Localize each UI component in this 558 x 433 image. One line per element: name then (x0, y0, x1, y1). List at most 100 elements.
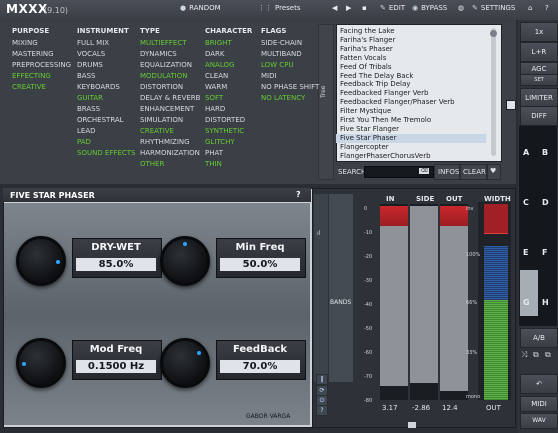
filter-item[interactable]: MODULATION (140, 71, 187, 82)
globe-button[interactable]: ◍ (458, 4, 464, 12)
filter-item[interactable]: BRASS (77, 104, 100, 115)
filter-item[interactable]: CREATIVE (12, 82, 46, 93)
agc-set-button[interactable]: SET (520, 74, 558, 86)
filter-item[interactable]: CREATIVE (140, 126, 174, 137)
filter-item[interactable]: THIN (205, 159, 222, 170)
wav-button[interactable]: WAV (520, 413, 558, 429)
undo-button[interactable]: ↶ (520, 374, 558, 394)
search-clear-icon[interactable]: ⌫ (419, 168, 429, 174)
slot-b[interactable]: B (542, 148, 548, 157)
bands-strip[interactable] (314, 194, 328, 382)
filter-item[interactable]: MIDI (261, 71, 277, 82)
ab-button[interactable]: A/B (520, 328, 558, 348)
preset-list-scrollbar[interactable] (491, 28, 496, 156)
filter-item[interactable]: SIMULATION (140, 115, 183, 126)
home-button[interactable]: ⌂ (528, 4, 532, 12)
slot-a[interactable]: A (523, 148, 529, 157)
filter-item[interactable]: DARK (205, 49, 225, 60)
copy-icon[interactable]: ⧉ (533, 350, 539, 360)
edit-button[interactable]: ✎ EDIT (380, 4, 405, 12)
filter-item[interactable]: SOFT (205, 93, 223, 104)
favorite-button[interactable]: ♥ (487, 164, 501, 180)
filter-item[interactable]: NO LATENCY (261, 93, 305, 104)
filter-item[interactable]: ANALOG (205, 60, 234, 71)
filter-item[interactable]: GLITCHY (205, 137, 235, 148)
shuffle-icon[interactable]: ⤨ (521, 350, 527, 360)
filter-item[interactable]: SOUND EFFECTS (77, 148, 135, 159)
slot-d[interactable]: D (542, 198, 549, 207)
slot-e[interactable]: E (523, 248, 528, 257)
slot-g[interactable]: G (523, 298, 530, 307)
presets-button[interactable]: ⋮⋮ Presets (258, 4, 300, 12)
filter-item[interactable]: ORCHESTRAL (77, 115, 124, 126)
filter-item[interactable]: DISTORTION (140, 82, 183, 93)
diff-button[interactable]: DIFF (520, 106, 558, 126)
filter-item[interactable]: BRIGHT (205, 38, 232, 49)
filter-item[interactable]: DELAY & REVERB (140, 93, 200, 104)
filter-item[interactable]: MULTIEFFECT (140, 38, 187, 49)
filter-item[interactable]: CLEAN (205, 71, 228, 82)
analyzer-help-icon[interactable]: ? (316, 405, 328, 416)
scrollbar-thumb[interactable] (490, 30, 497, 37)
save-button[interactable]: ▪ (362, 4, 367, 12)
filter-item[interactable]: RHYTHMIZING (140, 137, 190, 148)
knob-min-freq[interactable] (160, 236, 210, 286)
list-icon[interactable] (506, 100, 516, 110)
filter-item[interactable]: PHAT (205, 148, 223, 159)
filter-item[interactable]: EFFECTING (12, 71, 51, 82)
paste-icon[interactable]: ⧉ (545, 350, 551, 360)
midi-button[interactable]: MIDI (520, 396, 558, 412)
slot-c[interactable]: C (523, 198, 529, 207)
filter-item[interactable]: WARM (205, 82, 227, 93)
filter-item[interactable]: PAD (77, 137, 91, 148)
filter-item[interactable]: FULL MIX (77, 38, 109, 49)
bars-icon[interactable]: ıl (317, 230, 320, 237)
filter-item[interactable]: ENHANCEMENT (140, 104, 194, 115)
plugin-help-button[interactable]: ? (296, 190, 301, 199)
filter-item[interactable]: HARD (205, 104, 225, 115)
filter-item[interactable]: GUITAR (77, 93, 103, 104)
preset-item[interactable]: FlangerPhaserChorusVerb (340, 152, 431, 162)
filter-item[interactable]: MASTERING (12, 49, 54, 60)
knob-mod-freq[interactable] (16, 338, 66, 388)
clear-button[interactable]: CLEAR (460, 164, 487, 180)
random-button[interactable]: ● RANDOM (180, 4, 221, 12)
prev-preset-button[interactable]: ◀ (332, 4, 337, 12)
filter-item[interactable]: SYNTHETIC (205, 126, 244, 137)
help-button[interactable]: ? (545, 4, 549, 12)
filter-item[interactable]: DISTORTED (205, 115, 245, 126)
filter-item[interactable]: HARMONIZATION (140, 148, 200, 159)
bypass-button[interactable]: ◉ BYPASS (412, 4, 447, 12)
filter-item[interactable]: SIDE-CHAIN (261, 38, 302, 49)
settings-button[interactable]: ✎ SETTINGS (472, 4, 515, 12)
bands-panel[interactable] (329, 194, 353, 382)
filter-item[interactable]: VOCALS (77, 49, 105, 60)
filter-item[interactable]: OTHER (140, 159, 164, 170)
param-value[interactable]: 70.0% (220, 360, 300, 373)
infos-button[interactable]: INFOS (434, 164, 460, 180)
slot-h[interactable]: H (542, 298, 549, 307)
pause-icon[interactable]: ‖ (316, 374, 328, 385)
limiter-button[interactable]: LIMITER (520, 88, 558, 108)
filter-item[interactable]: LEAD (77, 126, 96, 137)
tree-tab[interactable] (318, 24, 334, 180)
param-value[interactable]: 85.0% (76, 258, 156, 271)
filter-item[interactable]: PREPROCESSING (12, 60, 71, 71)
filter-item[interactable]: DRUMS (77, 60, 103, 71)
filter-item[interactable]: EQUALIZATION (140, 60, 192, 71)
knob-feedback[interactable] (160, 338, 210, 388)
filter-item[interactable]: DYNAMICS (140, 49, 177, 60)
l-r-button[interactable]: L+R (520, 42, 558, 62)
filter-item[interactable]: NO PHASE SHIFT (261, 82, 319, 93)
knob-dry-wet[interactable] (16, 236, 66, 286)
bottom-arrow-icon[interactable] (408, 422, 416, 428)
next-preset-button[interactable]: ▶ (346, 4, 351, 12)
slot-f[interactable]: F (542, 248, 547, 257)
param-value[interactable]: 50.0% (220, 258, 300, 271)
filter-item[interactable]: BASS (77, 71, 95, 82)
filter-item[interactable]: MULTIBAND (261, 49, 302, 60)
param-value[interactable]: 0.1500 Hz (76, 360, 156, 373)
one-x-button[interactable]: 1x (520, 22, 558, 42)
filter-item[interactable]: KEYBOARDS (77, 82, 120, 93)
filter-item[interactable]: LOW CPU (261, 60, 294, 71)
